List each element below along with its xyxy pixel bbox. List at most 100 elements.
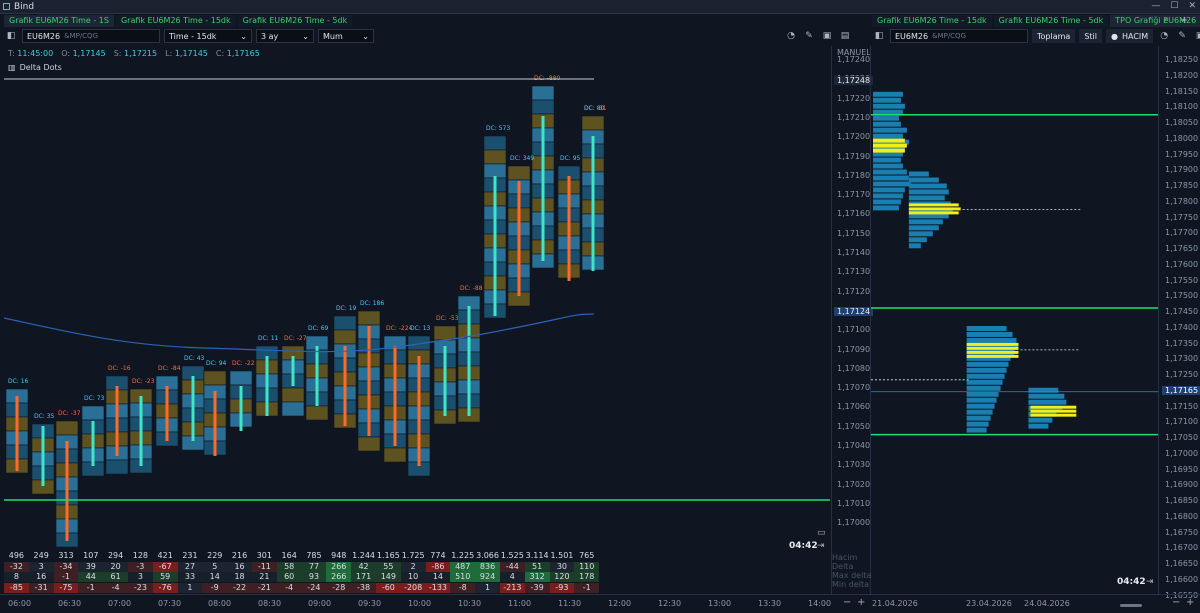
- price-axis-left[interactable]: MANUEL 1,172401,172301,172201,172101,172…: [831, 46, 874, 594]
- candle-body: [443, 346, 447, 416]
- tpo-bar: [872, 143, 907, 148]
- tpo-bar: [872, 175, 909, 181]
- chat-icon[interactable]: ◔: [784, 29, 798, 43]
- stats-cell: -28: [326, 582, 352, 593]
- close-icon[interactable]: ✕: [1188, 1, 1196, 11]
- stats-cell: 266: [326, 561, 352, 572]
- symbol-selector[interactable]: EU6M26 &MP/CQG: [22, 29, 160, 43]
- timeframe-select[interactable]: Time - 15dk ⌄: [164, 29, 252, 43]
- tab-right-15dk[interactable]: Grafik EU6M26 Time - 15dk: [872, 15, 992, 27]
- style-select[interactable]: Mum ⌄: [318, 29, 374, 43]
- footprint-cell: [383, 447, 407, 463]
- zoom-in-icon[interactable]: +: [1186, 597, 1194, 608]
- stats-cell: -4: [276, 582, 302, 593]
- candle-timer: 04:42: [789, 541, 818, 551]
- add-tab-icon[interactable]: +: [1180, 15, 1188, 26]
- footprint-cell: [203, 370, 227, 386]
- tab-right-5dk[interactable]: Grafik EU6M26 Time - 5dk: [993, 15, 1109, 27]
- delta-change-label: DC: 573: [486, 125, 510, 132]
- delta-change-label: DC: -27: [284, 335, 307, 342]
- symbol-selector-right[interactable]: EU6M26 &MP/CQG: [890, 29, 1028, 43]
- footprint-cell: [281, 401, 305, 417]
- stats-cell: 60: [276, 572, 302, 582]
- tpo-bar: [872, 103, 905, 109]
- hacim-button[interactable]: ● HACIM: [1106, 29, 1154, 43]
- stats-cell: -8: [450, 582, 476, 593]
- tpo-bar: [966, 342, 1019, 346]
- tpo-bar: [1028, 417, 1053, 423]
- stats-row-labels: Hacim Delta Max delta Min delta: [832, 553, 871, 589]
- range-select[interactable]: 3 ay ⌄: [256, 29, 314, 43]
- draw-icon[interactable]: ✎: [1175, 29, 1189, 43]
- delta-change-label: DC: 95: [560, 155, 581, 162]
- tpo-bar: [872, 157, 901, 163]
- zoom-in-icon[interactable]: +: [857, 597, 865, 608]
- toplama-button[interactable]: Toplama: [1032, 29, 1076, 43]
- draw-icon[interactable]: ✎: [802, 29, 816, 43]
- stil-button[interactable]: Stil: [1079, 29, 1102, 43]
- bag-icon[interactable]: ▣: [820, 29, 834, 43]
- zoom-out-icon[interactable]: −: [1172, 597, 1180, 608]
- stats-cell: 301: [251, 551, 277, 561]
- stats-cell: 774: [425, 551, 451, 561]
- time-axis[interactable]: − + − + 06:00 06:30 07:00 07:30 08:00 08:30 09…: [0, 594, 1200, 613]
- search-icon[interactable]: ⌕: [1164, 15, 1169, 25]
- candle-body: [41, 426, 45, 486]
- bag-icon[interactable]: ▣: [1193, 29, 1200, 43]
- price-tick: 1,17220: [837, 93, 871, 103]
- candle-body: [91, 421, 95, 466]
- scrollbar[interactable]: [1120, 604, 1142, 607]
- price-tick: 1,17250: [1165, 370, 1199, 379]
- time-tick: 11:00: [508, 599, 532, 608]
- panel-toggle-icon[interactable]: ◧: [4, 29, 18, 43]
- candle-body: [191, 376, 195, 441]
- stats-cell: 294: [103, 551, 128, 561]
- tab-chart-1s[interactable]: Grafik EU6M26 Time - 1S: [4, 15, 114, 27]
- footprint-chart[interactable]: DC: 16DC: 35 DC: -37DC: 73DC: -16DC: -23D…: [4, 46, 830, 550]
- stats-cell: -44: [499, 561, 525, 572]
- tpo-bar: [908, 219, 943, 225]
- stats-cell: -1: [78, 582, 104, 593]
- stats-cell: 313: [53, 551, 79, 561]
- candle-body: [15, 396, 19, 471]
- tab-chart-15dk[interactable]: Grafik EU6M26 Time - 15dk: [115, 15, 236, 27]
- stats-cell: -9: [202, 582, 228, 593]
- tpo-timer: 04:42: [1117, 577, 1146, 587]
- minimize-icon[interactable]: —: [1151, 1, 1160, 11]
- delta-change-label: DC: 186: [360, 300, 384, 307]
- price-tick: 1,17190: [837, 151, 871, 161]
- chat-icon[interactable]: ◔: [1157, 29, 1171, 43]
- stats-cell: 14: [202, 572, 228, 582]
- lock-icon[interactable]: ▤: [838, 29, 852, 43]
- tpo-chart[interactable]: [870, 46, 1158, 594]
- stats-cell: 924: [475, 572, 500, 582]
- candle-body: [165, 386, 169, 441]
- price-tick: 1,17850: [1165, 181, 1199, 190]
- delta-change-label: DC: 73: [84, 395, 105, 402]
- scroll-end-icon[interactable]: ⇥: [817, 541, 825, 551]
- stats-cell: 33: [177, 572, 203, 582]
- stats-cell: 229: [202, 551, 228, 561]
- tpo-bar: [908, 203, 959, 207]
- time-tick: 10:00: [408, 599, 432, 608]
- maximize-icon[interactable]: ☐: [1170, 1, 1178, 11]
- tpo-bar: [908, 211, 959, 215]
- price-tick: 1,17020: [837, 479, 871, 489]
- scroll-end-icon[interactable]: ⇥: [1146, 577, 1154, 587]
- price-tick: 1,17210: [837, 112, 871, 122]
- stats-cell: -34: [53, 561, 79, 572]
- stats-cell: -3: [127, 561, 153, 572]
- panel-toggle-icon[interactable]: ◧: [872, 29, 886, 43]
- price-axis-right[interactable]: 1,18250 1,18200 1,18150 1,18100 1,18050 1,180…: [1158, 46, 1200, 600]
- chart-icon[interactable]: ▭: [817, 528, 826, 538]
- zoom-out-icon[interactable]: −: [843, 597, 851, 608]
- stats-row: 8 16 -1 44 61 3 59 33 14 18 21 60 93 266 171 149 10 14 510…: [4, 572, 600, 582]
- candle-body: [213, 391, 217, 456]
- delta-change-label: DC: 43: [184, 355, 205, 362]
- tab-chart-5dk[interactable]: Grafik EU6M26 Time - 5dk: [237, 15, 353, 27]
- stats-cell: 510: [450, 572, 476, 582]
- stats-cell: 948: [326, 551, 352, 561]
- time-tick: 09:30: [358, 599, 382, 608]
- price-tick: 1,18000: [1165, 133, 1199, 143]
- delta-change-label: DC: 16: [8, 378, 29, 385]
